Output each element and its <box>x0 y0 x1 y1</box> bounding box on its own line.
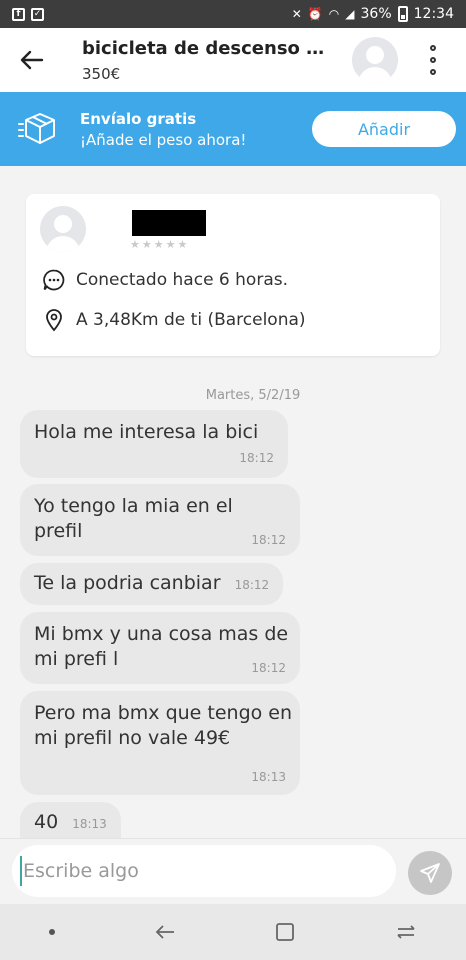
home-square-icon[interactable] <box>274 921 296 943</box>
message-text: Te la podria canbiar <box>34 572 221 594</box>
person-icon-body <box>46 236 80 252</box>
dot-icon <box>430 69 436 75</box>
system-nav-bar <box>0 904 466 960</box>
user-card[interactable]: ★ ★ ★ ★ ★ Conectado hace 6 horas. A 3,48… <box>26 194 440 356</box>
person-icon-body <box>358 67 392 83</box>
message-text: Pero ma bmx que tengo en mi prefil no va… <box>34 702 293 749</box>
message-time: 18:12 <box>234 578 270 592</box>
chat-bubble-icon <box>43 269 65 291</box>
item-info[interactable]: bicicleta de descenso ba... 350€ <box>64 38 352 83</box>
item-title: bicicleta de descenso ba... <box>82 37 332 59</box>
message-bubble[interactable]: Yo tengo la mia en el prefil 18:12 <box>20 484 300 556</box>
message-text: 40 <box>34 811 59 833</box>
location-row: A 3,48Km de ti (Barcelona) <box>42 308 306 332</box>
star-icon: ★ <box>177 238 188 251</box>
user-avatar[interactable] <box>40 206 86 252</box>
wifi-icon: ◠ <box>328 7 340 21</box>
back-button[interactable] <box>0 28 64 92</box>
online-status-row: Conectado hace 6 horas. <box>42 268 288 292</box>
message-time: 18:12 <box>239 451 274 465</box>
send-button[interactable] <box>408 851 452 895</box>
package-icon <box>0 92 80 166</box>
text-cursor <box>20 856 22 886</box>
recent-apps-icon[interactable] <box>395 921 417 943</box>
message-bubble[interactable]: 40 18:13 <box>20 802 121 842</box>
message-bubble[interactable]: Te la podria canbiar 18:12 <box>20 563 284 605</box>
online-status-text: Conectado hace 6 horas. <box>76 270 288 290</box>
banner-subtitle: ¡Añade el peso ahora! <box>80 130 247 149</box>
star-icon: ★ <box>130 238 140 251</box>
gallery-notification-icon: ✓ <box>31 7 44 21</box>
message-time: 18:13 <box>72 817 107 831</box>
redacted-username <box>132 210 206 236</box>
send-icon <box>420 863 440 883</box>
person-icon-head <box>54 215 72 233</box>
battery-percent: 36% <box>360 6 392 22</box>
clock: 12:34 <box>413 6 454 22</box>
star-icon: ★ <box>153 238 164 251</box>
message-bubble[interactable]: Hola me interesa la bici 18:12 <box>20 410 288 478</box>
message-composer: Escribe algo <box>0 838 466 904</box>
item-price: 350€ <box>82 64 121 83</box>
message-bubble[interactable]: Mi bmx y una cosa mas de mi prefi l 18:1… <box>20 612 300 684</box>
battery-icon <box>397 6 408 22</box>
chat-header: bicicleta de descenso ba... 350€ <box>0 28 466 92</box>
banner-title: Envíalo gratis <box>80 109 197 128</box>
message-bubble[interactable]: Pero ma bmx que tengo en mi prefil no va… <box>20 691 300 795</box>
star-icon: ★ <box>165 238 176 251</box>
person-icon-head <box>366 46 384 64</box>
star-icon: ★ <box>141 238 152 251</box>
dot-icon <box>49 929 56 935</box>
alarm-icon: ⏰ <box>307 7 323 21</box>
dot-icon <box>430 57 436 63</box>
shipping-banner: Envíalo gratis ¡Añade el peso ahora! Aña… <box>0 92 466 166</box>
mute-icon: ✕ <box>291 7 302 21</box>
more-options-button[interactable] <box>416 35 450 85</box>
status-bar: f ✓ ✕ ⏰ ◠ ◢ 36% 12:34 <box>0 0 466 28</box>
add-weight-button[interactable]: Añadir <box>312 111 456 147</box>
dot-icon <box>430 45 436 51</box>
date-separator: Martes, 5/2/19 <box>205 388 301 403</box>
message-time: 18:13 <box>251 770 286 784</box>
back-arrow-icon[interactable] <box>154 921 176 943</box>
arrow-left-icon <box>20 50 44 70</box>
location-text: A 3,48Km de ti (Barcelona) <box>76 310 306 330</box>
avatar[interactable] <box>352 37 398 83</box>
location-pin-icon <box>46 309 62 332</box>
message-text: Hola me interesa la bici <box>34 421 259 443</box>
signal-icon: ◢ <box>345 7 355 21</box>
input-placeholder: Escribe algo <box>23 860 139 882</box>
message-input[interactable]: Escribe algo <box>12 845 396 897</box>
facebook-icon: f <box>12 7 25 21</box>
rating-stars: ★ ★ ★ ★ ★ <box>130 238 187 251</box>
